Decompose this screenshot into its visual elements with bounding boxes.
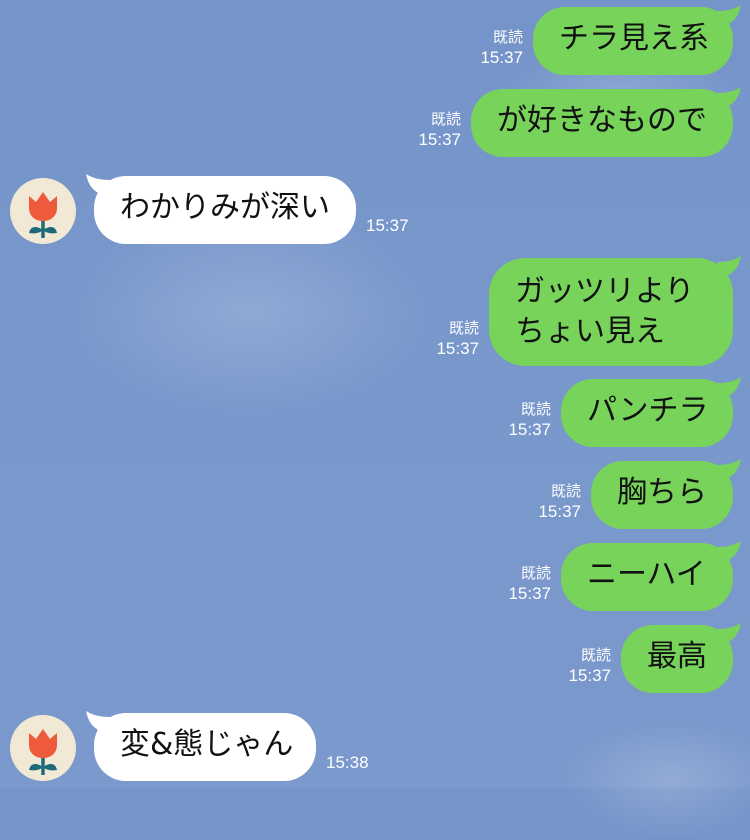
outgoing-message-bubble[interactable]: 胸ちら <box>591 461 733 529</box>
timestamp: 15:37 <box>366 216 409 235</box>
read-receipt: 既読 <box>520 565 551 582</box>
read-receipt: 既読 <box>448 320 479 337</box>
avatar[interactable] <box>10 715 76 781</box>
outgoing-message-bubble[interactable]: が好きなもので <box>471 89 733 157</box>
message-text: が好きなもので <box>497 103 707 138</box>
outgoing-message-bubble[interactable]: ガッツリより ちょい見え <box>489 258 733 366</box>
timestamp: 15:37 <box>480 48 523 67</box>
read-receipt: 既読 <box>492 29 523 46</box>
message-text: 変&態じゃん <box>120 727 294 762</box>
tulip-icon <box>29 192 57 238</box>
outgoing-message-bubble[interactable]: 最高 <box>621 625 733 693</box>
message-text: チラ見え系 <box>559 21 709 56</box>
background-cloud <box>560 720 750 840</box>
message-meta: 既読 15:37 <box>480 29 523 69</box>
outgoing-message-bubble[interactable]: ニーハイ <box>561 543 733 611</box>
message-meta: 既読 15:37 <box>508 401 551 441</box>
timestamp: 15:37 <box>568 666 611 685</box>
timestamp: 15:37 <box>538 502 581 521</box>
tulip-icon <box>29 729 57 775</box>
message-meta: 既読 15:37 <box>418 111 461 151</box>
message-meta: 既読 15:37 <box>538 483 581 523</box>
timestamp: 15:37 <box>508 584 551 603</box>
message-meta: 既読 15:37 <box>508 565 551 605</box>
message-text: 最高 <box>647 639 707 674</box>
message-text: ガッツリより ちょい見え <box>515 274 695 349</box>
avatar[interactable] <box>10 178 76 244</box>
outgoing-message-bubble[interactable]: パンチラ <box>561 379 733 447</box>
timestamp: 15:37 <box>508 420 551 439</box>
read-receipt: 既読 <box>550 483 581 500</box>
read-receipt: 既読 <box>430 111 461 128</box>
message-text: ニーハイ <box>587 557 706 592</box>
message-meta: 既読 15:37 <box>436 320 479 360</box>
timestamp: 15:37 <box>418 130 461 149</box>
read-receipt: 既読 <box>520 401 551 418</box>
timestamp: 15:37 <box>436 339 479 358</box>
incoming-message-bubble[interactable]: 変&態じゃん <box>94 713 316 781</box>
incoming-message-bubble[interactable]: わかりみが深い <box>94 176 356 244</box>
timestamp: 15:38 <box>326 753 369 772</box>
outgoing-message-bubble[interactable]: チラ見え系 <box>533 7 733 75</box>
message-text: わかりみが深い <box>120 190 330 225</box>
message-text: パンチラ <box>587 393 709 428</box>
message-meta: 既読 15:37 <box>568 647 611 687</box>
read-receipt: 既読 <box>580 647 611 664</box>
message-text: 胸ちら <box>617 475 707 510</box>
